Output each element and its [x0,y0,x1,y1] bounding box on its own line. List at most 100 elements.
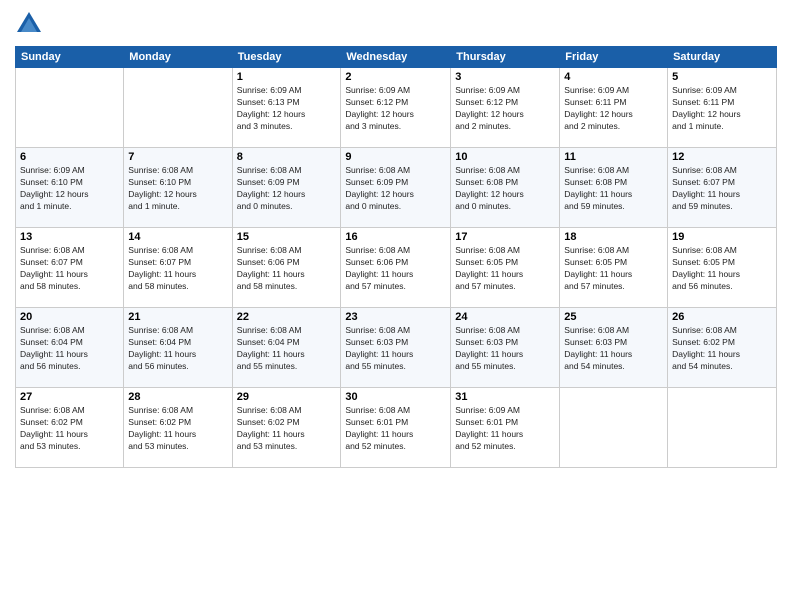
calendar-cell [668,388,777,468]
day-info: Sunrise: 6:08 AM Sunset: 6:03 PM Dayligh… [564,325,663,373]
day-info: Sunrise: 6:08 AM Sunset: 6:02 PM Dayligh… [237,405,337,453]
calendar-cell: 23 Sunrise: 6:08 AM Sunset: 6:03 PM Dayli… [341,308,451,388]
day-number: 3 [455,71,555,83]
day-info: Sunrise: 6:08 AM Sunset: 6:04 PM Dayligh… [128,325,227,373]
day-info: Sunrise: 6:09 AM Sunset: 6:11 PM Dayligh… [564,85,663,133]
day-number: 15 [237,231,337,243]
calendar-cell: 20 Sunrise: 6:08 AM Sunset: 6:04 PM Dayli… [16,308,124,388]
weekday-header-wednesday: Wednesday [341,47,451,68]
day-number: 19 [672,231,772,243]
day-info: Sunrise: 6:08 AM Sunset: 6:04 PM Dayligh… [237,325,337,373]
day-info: Sunrise: 6:08 AM Sunset: 6:05 PM Dayligh… [455,245,555,293]
calendar-cell: 17 Sunrise: 6:08 AM Sunset: 6:05 PM Dayli… [451,228,560,308]
day-number: 16 [345,231,446,243]
calendar-cell: 7 Sunrise: 6:08 AM Sunset: 6:10 PM Daylig… [124,148,232,228]
day-number: 4 [564,71,663,83]
weekday-header-sunday: Sunday [16,47,124,68]
day-number: 9 [345,151,446,163]
calendar-cell [560,388,668,468]
day-number: 11 [564,151,663,163]
calendar-cell: 6 Sunrise: 6:09 AM Sunset: 6:10 PM Daylig… [16,148,124,228]
day-info: Sunrise: 6:08 AM Sunset: 6:09 PM Dayligh… [237,165,337,213]
day-info: Sunrise: 6:08 AM Sunset: 6:03 PM Dayligh… [455,325,555,373]
day-info: Sunrise: 6:08 AM Sunset: 6:07 PM Dayligh… [672,165,772,213]
header [15,10,777,38]
calendar-cell [124,68,232,148]
calendar-cell: 10 Sunrise: 6:08 AM Sunset: 6:08 PM Dayli… [451,148,560,228]
calendar-cell: 28 Sunrise: 6:08 AM Sunset: 6:02 PM Dayli… [124,388,232,468]
day-number: 23 [345,311,446,323]
day-number: 29 [237,391,337,403]
calendar-table: SundayMondayTuesdayWednesdayThursdayFrid… [15,46,777,468]
logo-icon [15,10,43,38]
day-number: 17 [455,231,555,243]
day-number: 12 [672,151,772,163]
calendar-cell: 5 Sunrise: 6:09 AM Sunset: 6:11 PM Daylig… [668,68,777,148]
day-info: Sunrise: 6:09 AM Sunset: 6:01 PM Dayligh… [455,405,555,453]
calendar-cell: 15Sunrise: 6:08 AM Sunset: 6:06 PM Dayli… [232,228,341,308]
day-info: Sunrise: 6:08 AM Sunset: 6:05 PM Dayligh… [672,245,772,293]
day-number: 27 [20,391,119,403]
calendar-cell: 25Sunrise: 6:08 AM Sunset: 6:03 PM Dayli… [560,308,668,388]
day-number: 10 [455,151,555,163]
page: SundayMondayTuesdayWednesdayThursdayFrid… [0,0,792,612]
day-info: Sunrise: 6:09 AM Sunset: 6:13 PM Dayligh… [237,85,337,133]
calendar-cell: 2 Sunrise: 6:09 AM Sunset: 6:12 PM Daylig… [341,68,451,148]
calendar-cell [16,68,124,148]
calendar-cell: 12 Sunrise: 6:08 AM Sunset: 6:07 PM Dayli… [668,148,777,228]
calendar-cell: 13Sunrise: 6:08 AM Sunset: 6:07 PM Dayli… [16,228,124,308]
day-number: 24 [455,311,555,323]
day-info: Sunrise: 6:08 AM Sunset: 6:10 PM Dayligh… [128,165,227,213]
day-info: Sunrise: 6:08 AM Sunset: 6:07 PM Dayligh… [20,245,119,293]
day-info: Sunrise: 6:08 AM Sunset: 6:06 PM Dayligh… [345,245,446,293]
day-number: 5 [672,71,772,83]
calendar-cell: 30 Sunrise: 6:08 AM Sunset: 6:01 PM Dayli… [341,388,451,468]
day-number: 30 [345,391,446,403]
week-row-2: 6 Sunrise: 6:09 AM Sunset: 6:10 PM Daylig… [16,148,777,228]
weekday-header-friday: Friday [560,47,668,68]
day-number: 26 [672,311,772,323]
day-number: 1 [237,71,337,83]
day-info: Sunrise: 6:09 AM Sunset: 6:11 PM Dayligh… [672,85,772,133]
logo [15,10,47,38]
day-info: Sunrise: 6:08 AM Sunset: 6:02 PM Dayligh… [672,325,772,373]
weekday-header-monday: Monday [124,47,232,68]
day-number: 20 [20,311,119,323]
day-number: 28 [128,391,227,403]
week-row-4: 20 Sunrise: 6:08 AM Sunset: 6:04 PM Dayli… [16,308,777,388]
weekday-header-tuesday: Tuesday [232,47,341,68]
calendar-cell: 4 Sunrise: 6:09 AM Sunset: 6:11 PM Daylig… [560,68,668,148]
day-info: Sunrise: 6:08 AM Sunset: 6:03 PM Dayligh… [345,325,446,373]
day-number: 21 [128,311,227,323]
calendar-cell: 31Sunrise: 6:09 AM Sunset: 6:01 PM Dayli… [451,388,560,468]
day-number: 14 [128,231,227,243]
weekday-header-thursday: Thursday [451,47,560,68]
calendar-cell: 9 Sunrise: 6:08 AM Sunset: 6:09 PM Daylig… [341,148,451,228]
week-row-5: 27 Sunrise: 6:08 AM Sunset: 6:02 PM Dayli… [16,388,777,468]
day-number: 18 [564,231,663,243]
day-number: 2 [345,71,446,83]
day-info: Sunrise: 6:09 AM Sunset: 6:10 PM Dayligh… [20,165,119,213]
day-info: Sunrise: 6:08 AM Sunset: 6:08 PM Dayligh… [455,165,555,213]
weekday-header-saturday: Saturday [668,47,777,68]
day-info: Sunrise: 6:09 AM Sunset: 6:12 PM Dayligh… [345,85,446,133]
weekday-header-row: SundayMondayTuesdayWednesdayThursdayFrid… [16,47,777,68]
day-info: Sunrise: 6:08 AM Sunset: 6:09 PM Dayligh… [345,165,446,213]
calendar-cell: 24 Sunrise: 6:08 AM Sunset: 6:03 PM Dayli… [451,308,560,388]
calendar-cell: 3 Sunrise: 6:09 AM Sunset: 6:12 PM Daylig… [451,68,560,148]
day-info: Sunrise: 6:09 AM Sunset: 6:12 PM Dayligh… [455,85,555,133]
day-info: Sunrise: 6:08 AM Sunset: 6:04 PM Dayligh… [20,325,119,373]
day-info: Sunrise: 6:08 AM Sunset: 6:01 PM Dayligh… [345,405,446,453]
day-info: Sunrise: 6:08 AM Sunset: 6:08 PM Dayligh… [564,165,663,213]
day-info: Sunrise: 6:08 AM Sunset: 6:02 PM Dayligh… [128,405,227,453]
calendar-cell: 22 Sunrise: 6:08 AM Sunset: 6:04 PM Dayli… [232,308,341,388]
day-number: 22 [237,311,337,323]
calendar-cell: 21 Sunrise: 6:08 AM Sunset: 6:04 PM Dayli… [124,308,232,388]
calendar-cell: 14 Sunrise: 6:08 AM Sunset: 6:07 PM Dayli… [124,228,232,308]
calendar-cell: 27Sunrise: 6:08 AM Sunset: 6:02 PM Dayli… [16,388,124,468]
day-info: Sunrise: 6:08 AM Sunset: 6:07 PM Dayligh… [128,245,227,293]
day-number: 7 [128,151,227,163]
day-number: 8 [237,151,337,163]
calendar-cell: 1 Sunrise: 6:09 AM Sunset: 6:13 PM Daylig… [232,68,341,148]
day-number: 6 [20,151,119,163]
